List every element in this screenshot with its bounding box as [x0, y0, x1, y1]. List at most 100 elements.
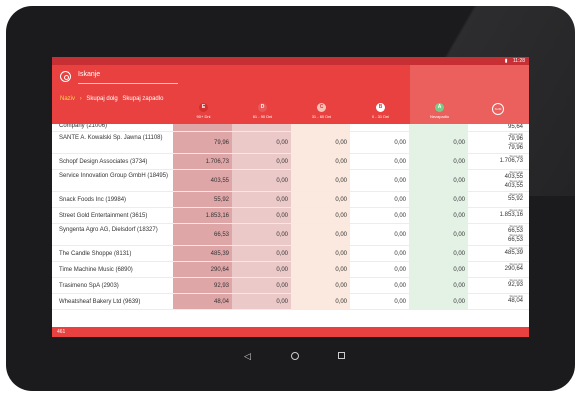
aging-cell: 0,00 [350, 224, 409, 245]
aging-cell: 0,00 [350, 278, 409, 293]
sort-skupaj-zapadlo[interactable]: Skupaj zapadlo [122, 96, 163, 102]
aging-cell: 0,00 [291, 262, 350, 277]
aging-cell: 290,64 [173, 262, 232, 277]
table-row[interactable]: 66,53 0,00 0,00 0,00 0,00 Syngenta Agro AG, D… [52, 224, 529, 246]
aging-cell: 0,00 [232, 208, 291, 223]
aging-cell-value: 0,00 [276, 197, 288, 203]
customer-name: Company (21006) [59, 124, 108, 129]
sum-button[interactable]: SUM [492, 103, 504, 115]
column-header-label: 0 - 31 Dni [371, 114, 390, 119]
aging-cell-value: 0,00 [453, 267, 465, 273]
aging-cell: 0,00 [291, 224, 350, 245]
aging-cell-value: 0,00 [453, 197, 465, 203]
row-total: Skupaj dolg 66,53 Skupaj dolg 66,53 [508, 225, 523, 243]
row-total: Skupaj dolg95,64 [508, 124, 523, 130]
aging-cell-value: 0,00 [453, 251, 465, 257]
recent-apps-icon[interactable] [338, 352, 345, 359]
aging-cell: 0,00 [350, 170, 409, 191]
row-total: Skupaj dolg 55,92 [508, 193, 523, 202]
customer-name: Service Innovation Group GmbH (18495) [59, 173, 169, 179]
search-underline [78, 83, 178, 84]
table-row[interactable]: 403,55 0,00 0,00 0,00 0,00 Service Innovation… [52, 170, 529, 192]
aging-cell: 0,00 [291, 246, 350, 261]
aging-cell-value: 0,00 [394, 213, 406, 219]
aging-cell-value: 290,64 [210, 267, 229, 273]
aging-cell [173, 124, 232, 131]
search-icon[interactable] [60, 71, 71, 82]
aging-cell-value: 0,00 [335, 197, 347, 203]
aging-cell-value: 0,00 [335, 140, 347, 146]
tablet-device: ▮ 11:28 Iskanje Naziv › Skupaj dolg Skup… [0, 0, 581, 397]
total-value: 1.706,73 [499, 158, 523, 164]
aging-cell-value: 79,96 [213, 140, 229, 146]
column-header-0[interactable]: E 90+ Dni [174, 103, 233, 125]
record-count: 461 [57, 329, 66, 335]
aging-badge-icon: E [199, 103, 208, 112]
total-value: 55,92 [507, 196, 523, 202]
aging-cell: 0,00 [291, 208, 350, 223]
aging-cell: 92,93 [173, 278, 232, 293]
row-total: Skupaj dolg 290,64 [505, 263, 523, 272]
aging-cell: 0,00 [409, 132, 468, 153]
aging-cell-value: 92,93 [213, 283, 229, 289]
table-row[interactable]: 1.706,73 0,00 0,00 0,00 0,00 Schopf Design As… [52, 154, 529, 170]
footer-count-bar: 461 [52, 327, 529, 337]
aging-badge-icon: B [376, 103, 385, 112]
aging-cell-value: 0,00 [335, 283, 347, 289]
table-row[interactable]: Company (21006) Skupaj dolg95,64 [52, 124, 529, 132]
aging-cell: 0,00 [232, 170, 291, 191]
signal-icon: ▮ [504, 58, 508, 64]
aging-cell-value: 0,00 [335, 159, 347, 165]
column-header-3[interactable]: B 0 - 31 Dni [351, 103, 410, 125]
aging-cell: 485,39 [173, 246, 232, 261]
aging-cell: 0,00 [232, 192, 291, 207]
table-row[interactable]: 1.853,16 0,00 0,00 0,00 0,00 Street Gold Ente… [52, 208, 529, 224]
aging-cell: 0,00 [409, 262, 468, 277]
aging-cell: 0,00 [350, 208, 409, 223]
aging-cell: 0,00 [409, 192, 468, 207]
row-total: Skupaj dolg 79,96 Skupaj dolg 79,96 [508, 133, 523, 151]
aging-cell: 0,00 [291, 294, 350, 309]
column-header-2[interactable]: C 31 - 60 Dni [292, 103, 351, 125]
aging-cell: 0,00 [291, 154, 350, 169]
aging-cell-value: 0,00 [394, 283, 406, 289]
aging-cell-value: 0,00 [453, 299, 465, 305]
aging-cell: 1.706,73 [173, 154, 232, 169]
sort-naziv[interactable]: Naziv [60, 96, 75, 102]
aging-cell-value: 0,00 [276, 251, 288, 257]
column-header-4[interactable]: A Nezapadlo [410, 103, 469, 125]
search-input[interactable]: Iskanje [78, 71, 100, 78]
home-icon[interactable] [291, 352, 299, 360]
aging-cell: 0,00 [350, 132, 409, 153]
aging-cell-value: 485,39 [210, 251, 229, 257]
aging-cell [232, 124, 291, 131]
chevron-right-icon: › [79, 96, 82, 102]
aging-cell-value: 0,00 [276, 267, 288, 273]
column-header-1[interactable]: D 61 - 90 Dni [233, 103, 292, 125]
table-row[interactable]: 92,93 0,00 0,00 0,00 0,00 Trasimeno SpA (2903… [52, 278, 529, 294]
aging-cell-value: 0,00 [335, 178, 347, 184]
table-row[interactable]: 55,92 0,00 0,00 0,00 0,00 Snack Foods Inc (19… [52, 192, 529, 208]
aging-cell [409, 124, 468, 131]
aging-cell-value: 0,00 [394, 178, 406, 184]
customer-name: Wheatsheaf Bakery Ltd (9639) [59, 299, 141, 305]
aging-cell: 0,00 [232, 294, 291, 309]
table-row[interactable]: 48,04 0,00 0,00 0,00 0,00 Wheatsheaf Bakery L… [52, 294, 529, 310]
aging-cell-value: 0,00 [453, 140, 465, 146]
table-row[interactable]: 79,96 0,00 0,00 0,00 0,00 SANTE A. Kowalski S… [52, 132, 529, 154]
customer-name: Time Machine Music (6890) [59, 267, 133, 273]
back-icon[interactable]: ◁ [244, 351, 251, 362]
table-row[interactable]: 485,39 0,00 0,00 0,00 0,00 The Candle Shoppe … [52, 246, 529, 262]
aging-cell-value: 0,00 [276, 299, 288, 305]
sort-breadcrumb: Naziv › Skupaj dolg Skupaj zapadlo [60, 96, 166, 102]
aging-cell: 0,00 [350, 262, 409, 277]
table-row[interactable]: 290,64 0,00 0,00 0,00 0,00 Time Machine Music… [52, 262, 529, 278]
aging-cell-value: 0,00 [453, 232, 465, 238]
sort-skupaj-dolg[interactable]: Skupaj dolg [86, 96, 117, 102]
total-value: 485,39 [504, 250, 523, 256]
row-total: Skupaj dolg 1.853,16 [500, 209, 523, 218]
total-value: 1.853,16 [499, 212, 523, 218]
aging-cell-value: 0,00 [276, 213, 288, 219]
customer-name: Snack Foods Inc (19984) [59, 197, 127, 203]
aging-cell: 0,00 [291, 170, 350, 191]
